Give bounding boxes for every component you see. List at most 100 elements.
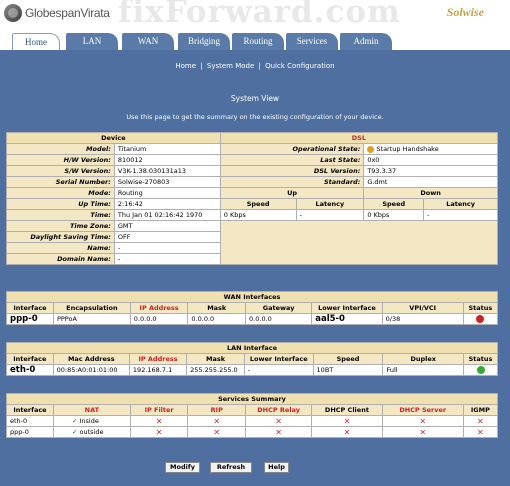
x-icon: ✕: [462, 426, 499, 438]
tab-admin[interactable]: Admin: [340, 33, 392, 50]
up-latency-header: Latency: [295, 198, 365, 210]
device-label: Up Time:: [6, 198, 115, 210]
help-button[interactable]: Help: [264, 462, 289, 473]
dsl-filler: [219, 220, 499, 265]
device-value: Solwise-270803: [113, 176, 221, 188]
tab-bridging[interactable]: Bridging: [178, 33, 230, 50]
service-interface: ppp-0: [6, 426, 54, 438]
wan-interface[interactable]: ppp-0: [6, 313, 54, 325]
wan-vpivci: 0/38: [381, 313, 464, 325]
table-row: eth-0 00:85:A0:01:01:00 192.168.7.1 255.…: [6, 364, 498, 376]
services-summary-table: Services Summary Interface NAT IP Filter…: [6, 393, 499, 438]
dsl-label: Standard:: [219, 176, 365, 188]
device-value: V3K-1.38.030131a13: [113, 165, 221, 177]
wan-status: [462, 313, 499, 325]
lan-speed: 10BT: [312, 364, 384, 376]
device-label: Model:: [6, 143, 115, 155]
link-home[interactable]: Home: [175, 62, 196, 70]
col-header: Speed: [312, 353, 384, 365]
nat-cell: ✓ Inside: [52, 415, 131, 427]
tab-services[interactable]: Services: [286, 33, 338, 50]
col-header: Lower Interface: [243, 353, 314, 365]
down-latency: -: [423, 209, 498, 221]
device-label: Domain Name:: [6, 253, 115, 265]
x-icon: ✕: [187, 415, 247, 427]
nat-cell: ✓ outside: [52, 426, 131, 438]
wan-mask: 0.0.0.0: [187, 313, 247, 325]
dsl-label: DSL Version:: [219, 165, 365, 177]
link-quick-configuration[interactable]: Quick Configuration: [265, 62, 335, 70]
col-header: IP Address: [128, 353, 188, 365]
wan-lower-interface[interactable]: aal5-0: [311, 313, 383, 325]
x-icon: ✕: [381, 426, 464, 438]
watermark: fixForward.com: [118, 0, 401, 30]
tab-routing[interactable]: Routing: [232, 33, 284, 50]
device-label: Serial Number:: [6, 176, 115, 188]
dsl-value: Startup Handshake: [363, 143, 498, 155]
table-row: eth-0 ✓ Inside ✕ ✕ ✕ ✕ ✕ ✕: [6, 415, 499, 427]
table-row: ppp-0 PPPoA 0.0.0.0 0.0.0.0 0.0.0.0 aal5…: [6, 313, 499, 325]
lan-duplex: Full: [382, 364, 465, 376]
brand-logo: Solwise: [446, 5, 484, 19]
col-header: Mask: [187, 302, 247, 314]
check-icon: ✓: [71, 417, 78, 425]
logo-text: GlobespanVirata: [25, 6, 110, 20]
up-speed: 0 Kbps: [219, 209, 297, 221]
separator: |: [258, 62, 261, 70]
down-speed-header: Speed: [363, 198, 425, 210]
page-description: Use this page to get the summary on the …: [126, 113, 384, 121]
device-value: Titanium: [113, 143, 221, 155]
col-header: Encapsulation: [52, 302, 131, 314]
up-latency: -: [295, 209, 365, 221]
down-speed: 0 Kbps: [363, 209, 425, 221]
status-red-icon: [476, 315, 485, 323]
col-header: Mask: [186, 353, 245, 365]
modify-button[interactable]: Modify: [165, 462, 200, 473]
services-caption: Services Summary: [6, 393, 498, 405]
col-header: Interface: [6, 302, 54, 314]
device-label: Daylight Saving Time:: [6, 231, 115, 243]
device-label: Name:: [6, 242, 115, 254]
page-title: System View: [230, 94, 280, 103]
table-row: ppp-0 ✓ outside ✕ ✕ ✕ ✕ ✕ ✕: [6, 426, 499, 438]
nat-value: outside: [79, 428, 104, 436]
tab-wan[interactable]: WAN: [122, 33, 174, 50]
col-header: IP Address: [129, 302, 189, 314]
dsl-header: DSL: [219, 132, 499, 144]
logo: GlobespanVirata: [4, 4, 110, 22]
x-icon: ✕: [187, 426, 247, 438]
dsl-up-header: Up: [219, 187, 365, 199]
col-header: DHCP Relay: [245, 404, 313, 416]
up-speed-header: Speed: [219, 198, 297, 210]
state-icon: [367, 145, 375, 153]
x-icon: ✕: [311, 426, 383, 438]
col-header: Duplex: [382, 353, 465, 365]
dsl-value: G.dmt: [363, 176, 498, 188]
col-header: IP Filter: [129, 404, 189, 416]
device-header: Device: [6, 132, 221, 144]
x-icon: ✕: [129, 415, 189, 427]
x-icon: ✕: [245, 426, 313, 438]
dsl-value: T93.3.37: [363, 165, 498, 177]
tab-home[interactable]: Home: [12, 33, 60, 50]
x-icon: ✕: [381, 415, 464, 427]
device-label: Time:: [6, 209, 115, 221]
top-banner: fixForward.com GlobespanVirata Solwise: [0, 0, 510, 30]
device-value: Thu Jan 01 02:16:42 1970: [113, 209, 221, 221]
dsl-label: Operational State:: [219, 143, 365, 155]
device-value: -: [113, 242, 221, 254]
x-icon: ✕: [462, 415, 499, 427]
col-header: DHCP Server: [381, 404, 464, 416]
col-header: Interface: [6, 353, 54, 365]
col-header: RIP: [187, 404, 247, 416]
device-dsl-table: Device DSL Model: Titanium Operational S…: [6, 132, 499, 265]
link-system-mode[interactable]: System Mode: [207, 62, 254, 70]
wan-gateway: 0.0.0.0: [245, 313, 313, 325]
tab-lan[interactable]: LAN: [66, 33, 118, 50]
device-value: -: [113, 253, 221, 265]
col-header: DHCP Client: [311, 404, 383, 416]
dsl-label: Last State:: [219, 154, 365, 166]
lan-interface[interactable]: eth-0: [6, 364, 54, 376]
col-header: Status: [462, 302, 499, 314]
refresh-button[interactable]: Refresh: [210, 462, 252, 473]
